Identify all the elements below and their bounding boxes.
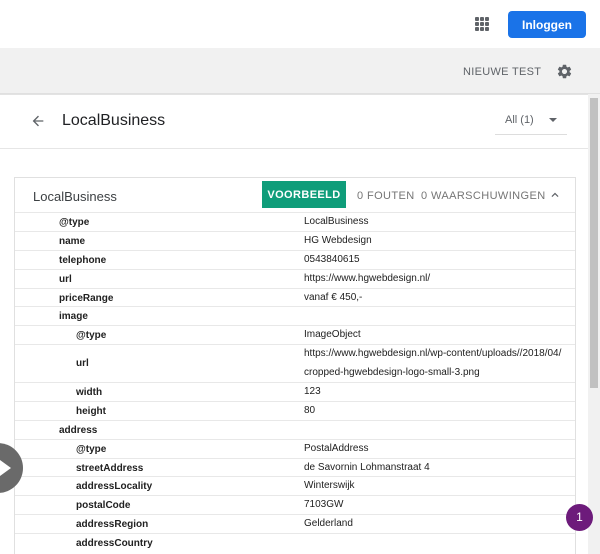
property-value: LocalBusiness: [304, 216, 369, 227]
property-table: @type LocalBusiness name HG Webdesign tele…: [15, 212, 575, 552]
property-value: 7103GW: [304, 499, 344, 511]
preview-button[interactable]: VOORBEELD: [262, 181, 346, 208]
table-row: address: [15, 419, 575, 439]
property-value: de Savornin Lohmanstraat 4: [304, 461, 430, 473]
table-row: name HG Webdesign: [15, 230, 575, 250]
panel-header: LocalBusiness All (1): [0, 95, 588, 149]
property-value: Gelderland: [304, 518, 353, 530]
property-key: @type: [76, 443, 107, 455]
property-key: addressRegion: [76, 519, 149, 531]
property-value: PostalAddress: [304, 442, 369, 454]
table-row: height 80: [15, 400, 575, 420]
table-row: width 123: [15, 382, 575, 401]
dropdown-caret-icon: [549, 118, 557, 122]
table-row: streetAddress de Savornin Lohmanstraat 4: [15, 457, 575, 477]
property-value: 123: [304, 386, 321, 398]
toolbar: NIEUWE TEST: [0, 48, 600, 94]
card-header: LocalBusiness VOORBEELD 0 FOUTEN 0 WAARS…: [15, 178, 575, 212]
table-row: url https://www.hgwebdesign.nl/: [15, 268, 575, 288]
property-key: postalCode: [76, 500, 131, 512]
warnings-count[interactable]: 0 WAARSCHUWINGEN: [421, 190, 546, 202]
results-panel: LocalBusiness All (1) LocalBusiness VOOR…: [0, 94, 588, 554]
property-key: telephone: [59, 254, 107, 266]
table-row: priceRange vanaf € 450,-: [15, 287, 575, 307]
property-key: priceRange: [59, 292, 114, 304]
property-key: width: [76, 387, 103, 399]
property-value: HG Webdesign: [304, 234, 372, 246]
property-value: https://www.hgwebdesign.nl/wp-content/up…: [304, 348, 562, 378]
property-key: address: [59, 424, 98, 436]
login-button[interactable]: Inloggen: [508, 11, 586, 38]
table-row: addressLocality Winterswijk: [15, 476, 575, 495]
property-key: addressCountry: [76, 538, 153, 550]
notification-badge[interactable]: 1: [566, 504, 593, 531]
table-row: image: [15, 306, 575, 325]
property-key: image: [59, 311, 88, 323]
table-row: addressCountry: [15, 533, 575, 552]
table-row: @type LocalBusiness: [15, 212, 575, 231]
chevron-up-icon[interactable]: [548, 188, 562, 202]
scrollbar-thumb[interactable]: [590, 98, 598, 388]
new-test-button[interactable]: NIEUWE TEST: [463, 66, 541, 78]
table-row: @type PostalAddress: [15, 438, 575, 458]
table-row: telephone 0543840615: [15, 249, 575, 269]
result-card: LocalBusiness VOORBEELD 0 FOUTEN 0 WAARS…: [14, 177, 576, 554]
property-value: vanaf € 450,-: [304, 291, 363, 303]
filter-select[interactable]: All (1): [495, 105, 567, 135]
property-key: streetAddress: [76, 462, 144, 474]
page-title: LocalBusiness: [62, 112, 166, 129]
property-value: https://www.hgwebdesign.nl/: [304, 272, 431, 284]
property-key: @type: [59, 217, 90, 228]
property-key: height: [76, 405, 106, 417]
property-key: addressLocality: [76, 481, 153, 493]
card-title: LocalBusiness: [33, 189, 117, 204]
property-value: 80: [304, 404, 316, 416]
table-row: addressRegion Gelderland: [15, 514, 575, 533]
gear-icon[interactable]: [556, 63, 573, 80]
table-row: postalCode 7103GW: [15, 495, 575, 514]
table-row: @type ImageObject: [15, 325, 575, 344]
property-value: 0543840615: [304, 253, 360, 265]
property-key: url: [76, 358, 89, 370]
scrollbar[interactable]: [588, 94, 600, 554]
top-bar: Inloggen: [0, 0, 600, 48]
property-key: name: [59, 235, 86, 247]
filter-label: All (1): [505, 114, 534, 126]
errors-count[interactable]: 0 FOUTEN: [357, 190, 415, 202]
property-value: Winterswijk: [304, 480, 355, 492]
property-key: url: [59, 273, 72, 285]
property-key: @type: [76, 330, 107, 342]
table-row: url https://www.hgwebdesign.nl/wp-content…: [15, 344, 575, 382]
back-arrow-icon[interactable]: [30, 113, 46, 129]
property-value: ImageObject: [304, 329, 361, 341]
apps-grid-icon[interactable]: [475, 17, 489, 31]
